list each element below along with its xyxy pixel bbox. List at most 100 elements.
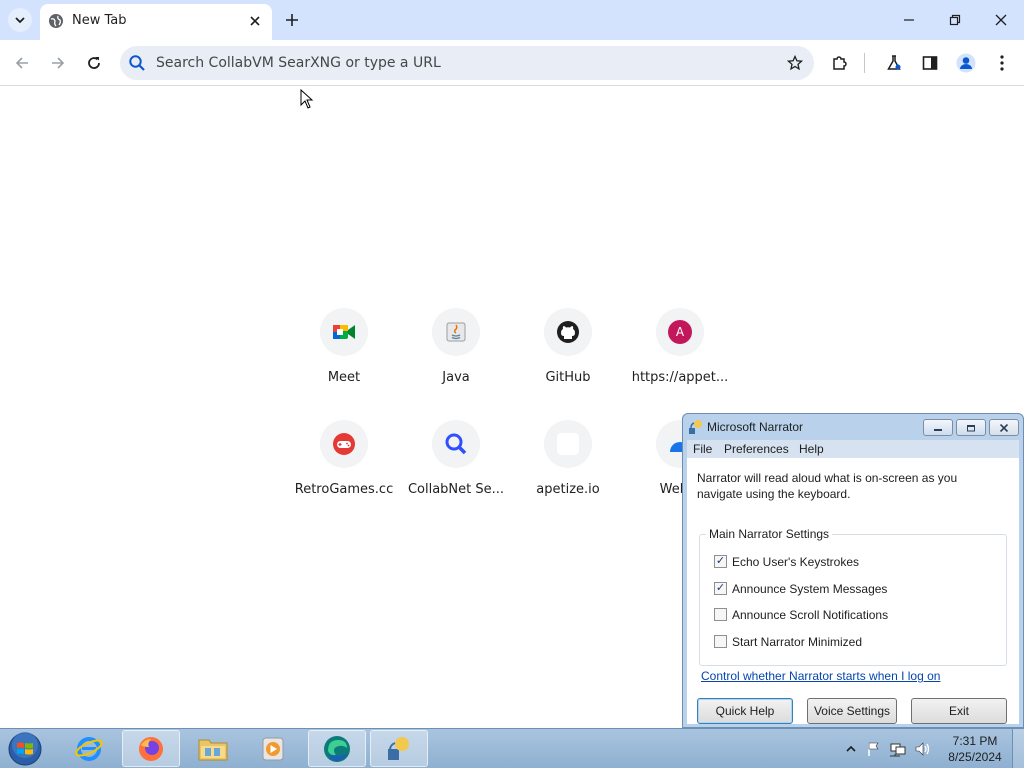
taskbar-firefox[interactable] <box>122 730 180 767</box>
folder-icon <box>198 739 228 760</box>
windows-logo-icon <box>8 732 42 766</box>
shortcut-icon-circle <box>544 308 592 356</box>
group-title: Main Narrator Settings <box>706 527 833 541</box>
taskbar-narrator[interactable] <box>370 730 428 767</box>
tray-chevron-up-icon[interactable] <box>843 741 859 757</box>
checkbox-checked[interactable]: ✓ <box>714 555 727 568</box>
close-window-button[interactable] <box>978 0 1024 40</box>
menu-button[interactable] <box>988 49 1016 77</box>
option-label: Announce System Messages <box>732 582 888 596</box>
tab-close-button[interactable] <box>246 12 264 30</box>
globe-icon <box>49 14 63 28</box>
menu-file[interactable]: File <box>693 442 712 456</box>
narrator-body: Narrator will read aloud what is on-scre… <box>687 458 1019 724</box>
forward-button[interactable] <box>44 49 72 77</box>
exit-button[interactable]: Exit <box>911 698 1007 724</box>
new-tab-button[interactable] <box>280 8 304 32</box>
chrome-labs-button[interactable] <box>880 49 908 77</box>
shortcut-label: RetroGames.cc <box>294 482 394 497</box>
omnibox[interactable] <box>120 46 814 80</box>
shortcut-collabnet[interactable]: CollabNet Se... <box>400 420 512 516</box>
letter-a-icon: A <box>668 320 692 344</box>
narrator-close-button[interactable] <box>989 419 1019 436</box>
quick-help-button[interactable]: Quick Help <box>697 698 793 724</box>
more-vert-icon <box>1000 55 1004 71</box>
plus-icon <box>286 14 298 26</box>
search-icon <box>445 433 467 455</box>
shortcut-label: CollabNet Se... <box>407 482 505 497</box>
narrator-maximize-button[interactable] <box>956 419 986 436</box>
firefox-icon <box>139 736 163 761</box>
checkbox-checked[interactable]: ✓ <box>714 582 727 595</box>
clock-time: 7:31 PM <box>952 734 998 748</box>
reload-button[interactable] <box>80 49 108 77</box>
puzzle-icon <box>833 56 847 70</box>
minimize-button[interactable] <box>886 0 932 40</box>
java-icon <box>446 322 466 342</box>
address-input[interactable] <box>156 46 756 80</box>
restore-icon <box>967 424 975 431</box>
tab-strip: New Tab <box>0 0 1024 40</box>
shortcut-icon-circle <box>320 420 368 468</box>
chevron-down-icon <box>15 17 25 24</box>
taskbar: 7:31 PM 8/25/2024 <box>0 728 1024 768</box>
narrator-menu-bar: File Preferences Help <box>687 440 1019 458</box>
arrow-right-icon <box>52 57 65 69</box>
network-icon[interactable] <box>890 741 906 757</box>
volume-icon[interactable] <box>914 741 930 757</box>
mouse-cursor-icon <box>300 89 314 109</box>
shortcut-icon-circle <box>544 420 592 468</box>
restore-button[interactable] <box>932 0 978 40</box>
shortcut-label: GitHub <box>545 370 591 385</box>
shortcut-github[interactable]: GitHub <box>512 308 624 404</box>
option-label: Announce Scroll Notifications <box>732 608 889 622</box>
star-icon <box>787 55 803 71</box>
narrator-title: Microsoft Narrator <box>707 420 804 434</box>
close-icon <box>995 14 1007 26</box>
show-desktop-button[interactable] <box>1012 729 1024 768</box>
taskbar-edge[interactable] <box>308 730 366 767</box>
profile-button[interactable] <box>952 49 980 77</box>
menu-help[interactable]: Help <box>799 442 824 456</box>
shortcut-appetize[interactable]: A https://appet... <box>624 308 736 404</box>
shortcut-retrogames[interactable]: RetroGames.cc <box>288 420 400 516</box>
close-icon <box>999 423 1009 432</box>
action-center-flag-icon[interactable] <box>866 741 882 757</box>
shortcut-icon-circle: A <box>656 308 704 356</box>
back-button[interactable] <box>8 49 36 77</box>
tab-search-button[interactable] <box>8 8 32 32</box>
google-meet-icon <box>333 325 355 339</box>
option-label: Echo User's Keystrokes <box>732 555 860 569</box>
taskbar-file-explorer[interactable] <box>184 730 242 767</box>
taskbar-media-player[interactable] <box>244 730 302 767</box>
github-icon <box>557 321 579 343</box>
shortcut-meet[interactable]: Meet <box>288 308 400 404</box>
narrator-app-icon <box>689 420 702 434</box>
close-icon <box>250 16 260 26</box>
shortcut-java[interactable]: Java <box>400 308 512 404</box>
voice-settings-button[interactable]: Voice Settings <box>807 698 897 724</box>
minimize-icon <box>904 19 914 21</box>
start-button[interactable] <box>6 731 44 767</box>
taskbar-clock[interactable]: 7:31 PM 8/25/2024 <box>938 733 1012 765</box>
reload-icon <box>88 57 100 69</box>
narrator-description: Narrator will read aloud what is on-scre… <box>697 471 958 501</box>
menu-preferences[interactable]: Preferences <box>724 442 789 456</box>
narrator-minimize-button[interactable] <box>923 419 953 436</box>
shortcut-label: Java <box>442 370 470 385</box>
logon-settings-link[interactable]: Control whether Narrator starts when I l… <box>701 669 940 683</box>
shortcut-apetize[interactable]: apetize.io <box>512 420 624 516</box>
side-panel-button[interactable] <box>916 49 944 77</box>
checkbox-unchecked[interactable] <box>714 608 727 621</box>
checkbox-unchecked[interactable] <box>714 635 727 648</box>
extensions-button[interactable] <box>826 49 854 77</box>
bookmark-button[interactable] <box>784 52 806 74</box>
flask-icon <box>887 55 901 70</box>
shortcut-label: https://appet... <box>631 370 729 385</box>
taskbar-internet-explorer[interactable] <box>60 730 118 767</box>
narrator-window: Microsoft Narrator File Preferences Help… <box>682 413 1024 728</box>
media-player-icon <box>262 737 284 760</box>
blank-icon <box>557 433 579 455</box>
tab-new-tab[interactable]: New Tab <box>40 4 272 40</box>
minimize-icon <box>934 428 942 431</box>
